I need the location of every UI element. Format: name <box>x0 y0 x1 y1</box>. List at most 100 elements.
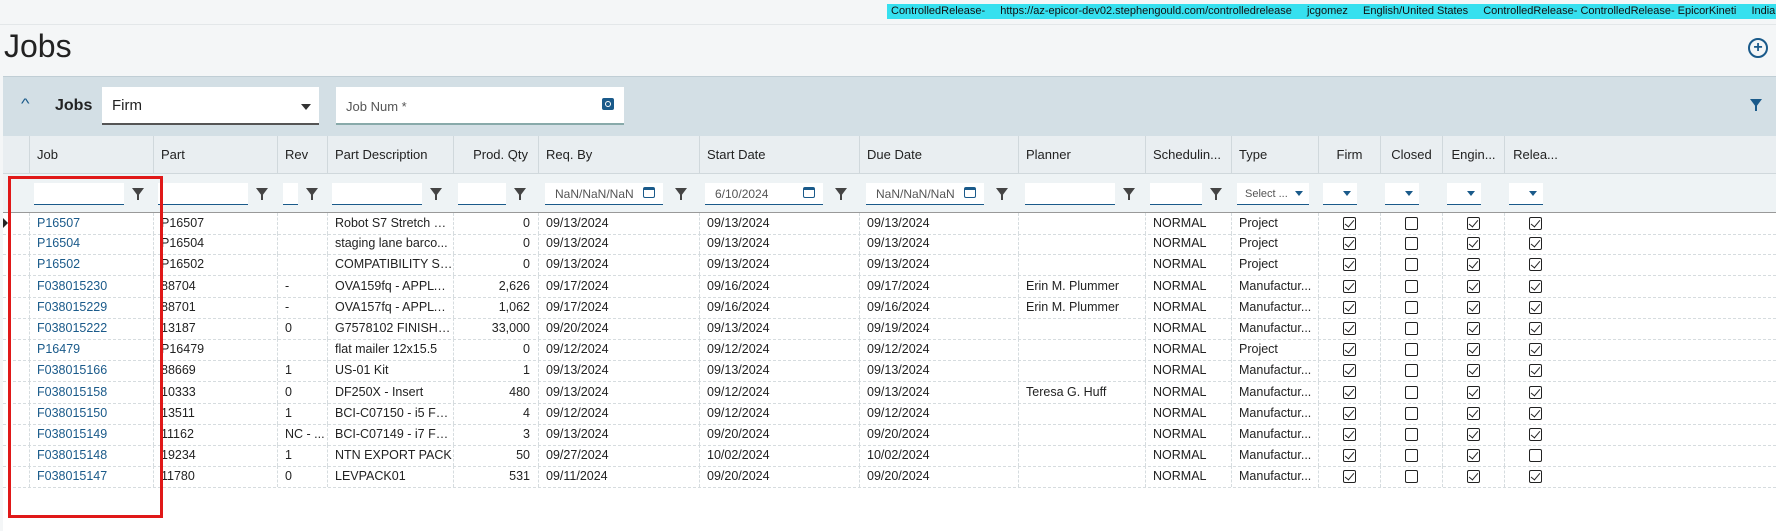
filter-icon[interactable] <box>306 188 318 200</box>
add-new-icon[interactable]: + <box>1748 38 1768 58</box>
table-row[interactable]: F038015158 10333 0 DF250X - Insert 480 09/13/… <box>3 381 1776 404</box>
boolean-filter-select[interactable] <box>1447 183 1481 205</box>
checked-checkbox[interactable] <box>1466 428 1480 441</box>
checked-checkbox[interactable] <box>1342 237 1356 251</box>
unchecked-checkbox[interactable] <box>1404 406 1418 420</box>
unchecked-checkbox[interactable] <box>1404 385 1418 399</box>
filter-icon[interactable] <box>1210 188 1222 200</box>
checked-checkbox[interactable] <box>1342 385 1356 399</box>
unchecked-checkbox[interactable] <box>1404 258 1418 272</box>
checked-checkbox[interactable] <box>1342 279 1356 293</box>
filter-icon[interactable] <box>430 188 442 200</box>
search-icon[interactable] <box>602 98 614 110</box>
type-filter-select[interactable]: Select ... <box>1237 183 1309 205</box>
column-header[interactable]: Engin... <box>1442 136 1504 173</box>
env-url[interactable]: https://az-epicor-dev02.stephengould.com… <box>1000 5 1292 17</box>
unchecked-checkbox[interactable] <box>1404 279 1418 293</box>
calendar-icon[interactable] <box>964 187 976 198</box>
checked-checkbox[interactable] <box>1528 300 1542 314</box>
column-header[interactable]: Due Date <box>859 136 1018 173</box>
job-num-input[interactable]: Job Num * <box>336 87 624 125</box>
table-row[interactable]: P16504 P16504 staging lane barco... 0 09/13/… <box>3 233 1776 256</box>
boolean-filter-select[interactable] <box>1323 183 1357 205</box>
job-link[interactable]: F038015147 <box>29 466 153 488</box>
column-header[interactable]: Relea... <box>1504 136 1566 173</box>
column-filter-input[interactable] <box>1150 183 1202 205</box>
checked-checkbox[interactable] <box>1528 406 1542 420</box>
table-row[interactable]: P16502 P16502 COMPATIBILITY STI... 0 09/13/2… <box>3 254 1776 277</box>
checked-checkbox[interactable] <box>1342 217 1356 230</box>
column-filter-input[interactable] <box>332 183 422 205</box>
checked-checkbox[interactable] <box>1466 449 1480 463</box>
calendar-icon[interactable] <box>643 187 655 198</box>
column-header[interactable]: Type <box>1231 136 1318 173</box>
checked-checkbox[interactable] <box>1528 217 1542 230</box>
checked-checkbox[interactable] <box>1466 322 1480 335</box>
checked-checkbox[interactable] <box>1466 300 1480 314</box>
column-header[interactable]: Closed <box>1380 136 1442 173</box>
unchecked-checkbox[interactable] <box>1404 217 1418 230</box>
column-header[interactable]: Firm <box>1318 136 1380 173</box>
unchecked-checkbox[interactable] <box>1404 300 1418 314</box>
checked-checkbox[interactable] <box>1466 217 1480 230</box>
column-filter-input[interactable] <box>283 183 298 205</box>
column-header[interactable]: Schedulin... <box>1145 136 1231 173</box>
unchecked-checkbox[interactable] <box>1404 343 1418 357</box>
unchecked-checkbox[interactable] <box>1404 428 1418 441</box>
filter-icon[interactable] <box>1123 188 1135 200</box>
unchecked-checkbox[interactable] <box>1404 237 1418 251</box>
table-row[interactable]: F038015230 88704- OVA159fq - APPLY ... 2,62… <box>3 275 1776 298</box>
table-row[interactable]: F038015148 19234 1 NTN EXPORT PACK 50 09/27/2… <box>3 445 1776 468</box>
table-row[interactable]: P16507 P16507 Robot S7 Stretch Fi... 0 09/13… <box>3 212 1776 235</box>
job-link[interactable]: F038015149 <box>29 424 153 445</box>
checked-checkbox[interactable] <box>1342 364 1356 378</box>
filter-icon[interactable] <box>996 188 1008 200</box>
unchecked-checkbox[interactable] <box>1404 364 1418 378</box>
filter-icon[interactable] <box>256 188 268 200</box>
column-header[interactable]: Prod. Qty <box>453 136 538 173</box>
column-header[interactable]: Part <box>153 136 277 173</box>
checked-checkbox[interactable] <box>1466 343 1480 357</box>
checked-checkbox[interactable] <box>1342 343 1356 357</box>
job-link[interactable]: F038015222 <box>29 318 153 339</box>
checked-checkbox[interactable] <box>1342 406 1356 420</box>
unchecked-checkbox[interactable] <box>1528 449 1542 463</box>
checked-checkbox[interactable] <box>1342 258 1356 272</box>
column-header[interactable]: Start Date <box>699 136 859 173</box>
checked-checkbox[interactable] <box>1342 428 1356 441</box>
checked-checkbox[interactable] <box>1528 258 1542 272</box>
checked-checkbox[interactable] <box>1528 322 1542 335</box>
column-filter-input[interactable] <box>34 183 124 205</box>
checked-checkbox[interactable] <box>1528 470 1542 484</box>
checked-checkbox[interactable] <box>1528 343 1542 357</box>
table-row[interactable]: P16479 P16479 flat mailer 12x15.5 0 09/12/20… <box>3 339 1776 362</box>
checked-checkbox[interactable] <box>1528 385 1542 399</box>
collapse-chevron-up-icon[interactable]: ^ <box>21 95 30 111</box>
job-link[interactable]: F038015158 <box>29 381 153 403</box>
checked-checkbox[interactable] <box>1528 428 1542 441</box>
table-row[interactable]: F038015166 88669 1 US-01 Kit 1 09/13/2024 09/1… <box>3 360 1776 383</box>
status-select[interactable]: Firm <box>102 87 319 125</box>
job-link[interactable]: P16507 <box>29 213 153 234</box>
checked-checkbox[interactable] <box>1342 470 1356 484</box>
column-header[interactable]: Job <box>29 136 153 173</box>
filter-icon[interactable] <box>514 188 526 200</box>
checked-checkbox[interactable] <box>1466 237 1480 251</box>
unchecked-checkbox[interactable] <box>1404 449 1418 463</box>
checked-checkbox[interactable] <box>1342 449 1356 463</box>
table-row[interactable]: F038015147 11780 0 LEVPACK01 531 09/11/2024 09… <box>3 466 1776 489</box>
boolean-filter-select[interactable] <box>1385 183 1419 205</box>
calendar-icon[interactable] <box>803 187 815 198</box>
column-header[interactable]: Planner <box>1018 136 1145 173</box>
column-filter-input[interactable] <box>158 183 248 205</box>
checked-checkbox[interactable] <box>1528 279 1542 293</box>
job-link[interactable]: F038015148 <box>29 445 153 467</box>
table-row[interactable]: F038015149 11162 NC - ... BCI-C07149 - i7 F… <box>3 424 1776 446</box>
checked-checkbox[interactable] <box>1466 258 1480 272</box>
checked-checkbox[interactable] <box>1528 364 1542 378</box>
job-link[interactable]: P16479 <box>29 339 153 361</box>
checked-checkbox[interactable] <box>1528 237 1542 251</box>
unchecked-checkbox[interactable] <box>1404 322 1418 335</box>
checked-checkbox[interactable] <box>1466 406 1480 420</box>
table-row[interactable]: F038015222 13187 0 G7578102 FINISHED 33,000 0… <box>3 318 1776 340</box>
